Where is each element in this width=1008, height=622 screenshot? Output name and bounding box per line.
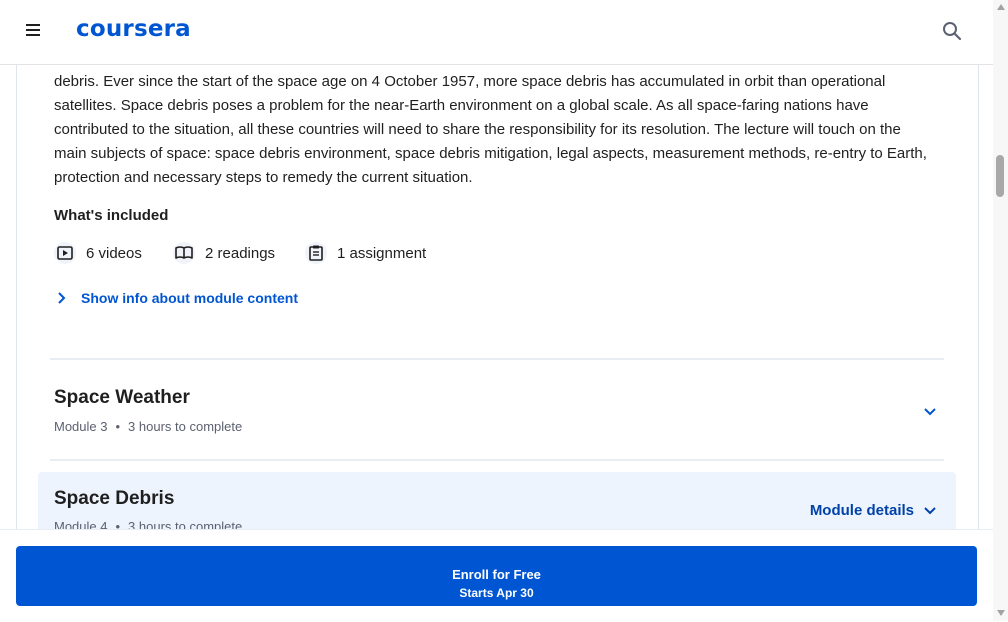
book-icon xyxy=(173,242,195,264)
top-header: coursera xyxy=(0,0,993,65)
coursera-logo[interactable]: coursera xyxy=(76,16,191,42)
included-label: 6 videos xyxy=(86,244,142,262)
chevron-right-icon xyxy=(58,292,66,304)
module-description: debris. Ever since the start of the spac… xyxy=(54,70,944,190)
scrollbar-thumb[interactable] xyxy=(996,155,1004,197)
module-meta: Module 3 • 3 hours to complete xyxy=(54,419,243,434)
module-details-label: Module details xyxy=(809,502,914,519)
search-icon[interactable] xyxy=(942,21,964,43)
module-content: debris. Ever since the start of the spac… xyxy=(16,64,979,545)
enroll-label: Enroll for Free xyxy=(452,566,541,582)
description-line: protection and necessary steps to remedy… xyxy=(54,169,473,186)
enroll-button[interactable]: Enroll for Free Starts Apr 30 xyxy=(16,546,977,606)
description-line: debris. Ever since the start of the spac… xyxy=(54,73,886,90)
clipboard-icon xyxy=(305,242,327,264)
show-module-info-link[interactable]: Show info about module content xyxy=(57,290,298,306)
whats-included-heading: What's included xyxy=(54,207,169,224)
module-number: Module 3 xyxy=(54,419,108,434)
included-videos: 6 videos xyxy=(54,242,142,264)
enroll-footer: Enroll for Free Starts Apr 30 xyxy=(0,529,993,622)
description-line: satellites. Space debris poses a problem… xyxy=(54,97,869,114)
divider xyxy=(50,459,944,461)
show-info-label: Show info about module content xyxy=(81,290,298,306)
hamburger-menu-icon[interactable] xyxy=(24,22,44,42)
included-label: 2 readings xyxy=(205,244,276,262)
expand-module-chevron-down-icon[interactable] xyxy=(923,404,937,422)
included-readings: 2 readings xyxy=(173,242,275,264)
video-icon xyxy=(54,242,76,264)
enroll-start-date: Starts Apr 30 xyxy=(459,585,534,600)
included-label: 1 assignment xyxy=(337,244,427,262)
module-title[interactable]: Space Debris xyxy=(54,488,174,510)
page-scrollbar[interactable] xyxy=(993,0,1008,621)
module-duration: 3 hours to complete xyxy=(128,419,243,434)
description-line: contributed to the situation, all these … xyxy=(54,121,901,138)
included-assignments: 1 assignment xyxy=(305,242,426,264)
description-line: main subjects of space: space debris env… xyxy=(54,145,927,162)
chevron-down-icon xyxy=(924,506,936,514)
scroll-up-arrow-icon[interactable] xyxy=(997,4,1005,10)
divider xyxy=(50,358,944,360)
scroll-down-arrow-icon[interactable] xyxy=(997,610,1005,616)
module-title[interactable]: Space Weather xyxy=(54,387,190,409)
module-details-button[interactable]: Module details xyxy=(810,502,936,519)
